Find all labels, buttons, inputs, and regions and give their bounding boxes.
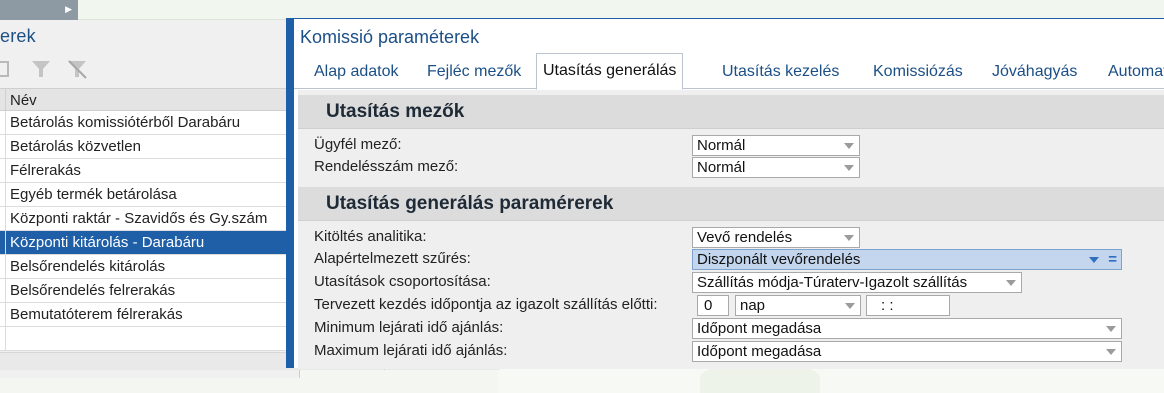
- chevron-down-icon: [1006, 280, 1016, 286]
- app-top-tab[interactable]: ▶: [0, 0, 78, 20]
- select-value: Normál: [697, 137, 746, 154]
- list-row[interactable]: [0, 327, 300, 351]
- select-value: Időpont megadása: [697, 320, 822, 337]
- field-label: Ügyfél mező:: [314, 136, 402, 153]
- list-row-label: Központi raktár - Szavidős és Gy.szám: [10, 210, 268, 227]
- row-gutter: [0, 279, 6, 302]
- utasitasok-csoportositasa-select[interactable]: Szállítás módja-Túraterv-Igazolt szállít…: [692, 272, 1022, 293]
- ugyfel-mezo-select[interactable]: Normál: [692, 135, 860, 156]
- alapertelmezett-szures-select[interactable]: Diszponált vevőrendelés =: [692, 249, 1122, 270]
- list-row[interactable]: Egyéb termék betárolása: [0, 183, 300, 207]
- field-label: Rendelésszám mező:: [314, 158, 459, 175]
- chevron-down-icon: [845, 303, 855, 309]
- tab-bar: Alap adatok Fejléc mezők Utasítás generá…: [294, 53, 1164, 90]
- row-gutter: [0, 135, 6, 158]
- chevron-down-icon: [844, 235, 854, 241]
- row-gutter: [0, 303, 6, 326]
- filter-icon[interactable]: [30, 58, 52, 80]
- komissio-dialog: Komissió paraméterek Alap adatok Fejléc …: [286, 18, 1164, 369]
- row-gutter: [0, 231, 6, 254]
- background-area: [498, 368, 1164, 393]
- list-row[interactable]: Félrerakás: [0, 159, 300, 183]
- list-row[interactable]: Bemutatóterem félrerakás: [0, 303, 300, 327]
- chevron-down-icon: [1106, 326, 1116, 332]
- section-title: Utasítás generálás paramérerek: [326, 193, 614, 214]
- select-value: Normál: [697, 159, 746, 176]
- list-row[interactable]: Központi kitárolás - Darabáru: [0, 231, 300, 255]
- select-value: Időpont megadása: [697, 343, 822, 360]
- list-rows: Betárolás komissiótérből Darabáru Betárol…: [0, 111, 300, 351]
- field-label: Kitöltés analitika:: [314, 228, 427, 245]
- list-panel: erek Név Betárolás komissiótérből Darabá…: [0, 20, 300, 378]
- row-gutter: [0, 183, 6, 206]
- row-gutter: [0, 327, 6, 350]
- list-row-label: Belsőrendelés felrerakás: [10, 282, 176, 299]
- tab-automat[interactable]: Automat: [1102, 59, 1164, 89]
- maximum-lejarati-ido-select[interactable]: Időpont megadása: [692, 341, 1122, 362]
- row-gutter: [0, 255, 6, 278]
- row-gutter: [0, 159, 6, 182]
- chevron-down-icon: [844, 143, 854, 149]
- list-row-label: Bemutatóterem félrerakás: [10, 306, 183, 323]
- list-row[interactable]: Belsőrendelés felrerakás: [0, 279, 300, 303]
- section-header: Utasítás generálás paramérerek: [298, 187, 1164, 221]
- minimum-lejarati-ido-select[interactable]: Időpont megadása: [692, 318, 1122, 339]
- list-row-label: Központi kitárolás - Darabáru: [10, 234, 205, 251]
- field-label: Maximum lejárati idő ajánlás:: [314, 342, 508, 359]
- export-icon[interactable]: [0, 58, 16, 80]
- row-gutter: [0, 207, 6, 230]
- select-value: Vevő rendelés: [697, 229, 793, 246]
- list-row-label: Egyéb termék betárolása: [10, 186, 177, 203]
- chevron-down-icon: [1089, 257, 1099, 263]
- tab-utasitas-generalas[interactable]: Utasítás generálás: [536, 53, 684, 90]
- tab-alap-adatok[interactable]: Alap adatok: [308, 59, 405, 89]
- tab-jovahagyas[interactable]: Jóváhagyás: [986, 59, 1083, 89]
- field-label: Tervezett kezdés időpontja az igazolt sz…: [314, 296, 658, 313]
- list-row[interactable]: Központi raktár - Szavidős és Gy.szám: [0, 207, 300, 231]
- column-header-name[interactable]: Név: [0, 88, 300, 111]
- field-label: Alapértelmezett szűrés:: [314, 250, 471, 267]
- section-header: Utasítás mezők: [298, 95, 1164, 129]
- time-unit-select[interactable]: nap: [735, 295, 861, 316]
- select-value: nap: [740, 297, 766, 314]
- row-gutter: [0, 111, 6, 134]
- field-label: Minimum lejárati idő ajánlás:: [314, 319, 504, 336]
- column-header-label: Név: [10, 92, 37, 109]
- time-input[interactable]: : :: [866, 295, 950, 316]
- tab-content: Utasítás mezők Ügyfél mező: Normál Rende…: [298, 90, 1164, 369]
- chevron-right-icon: ▶: [65, 4, 72, 14]
- list-panel-title: erek: [0, 26, 36, 46]
- list-row-label: Belsőrendelés kitárolás: [10, 258, 166, 275]
- chevron-down-icon: [1106, 349, 1116, 355]
- list-toolbar: [0, 54, 300, 82]
- chevron-down-icon: [844, 165, 854, 171]
- list-row-label: Betárolás komissiótérből Darabáru: [10, 114, 241, 131]
- list-row-label: Félrerakás: [10, 162, 81, 179]
- tab-utasitas-kezeles[interactable]: Utasítás kezelés: [716, 59, 845, 89]
- tab-fejlec-mezok[interactable]: Fejléc mezők: [421, 59, 527, 89]
- section-title: Utasítás mezők: [326, 101, 465, 122]
- list-row[interactable]: Betárolás komissiótérből Darabáru: [0, 111, 300, 135]
- rendelesszam-mezo-select[interactable]: Normál: [692, 157, 860, 178]
- field-label: Utasítások csoportosítása:: [314, 273, 491, 290]
- days-input[interactable]: 0: [697, 295, 729, 316]
- tab-komissiozas[interactable]: Komissiózás: [867, 59, 969, 89]
- equals-icon[interactable]: =: [1108, 250, 1117, 269]
- kitoltes-analitika-select[interactable]: Vevő rendelés: [692, 227, 860, 248]
- list-row[interactable]: Belsőrendelés kitárolás: [0, 255, 300, 279]
- select-value: Szállítás módja-Túraterv-Igazolt szállít…: [697, 274, 968, 291]
- clear-filter-icon[interactable]: [66, 58, 88, 80]
- list-row[interactable]: Betárolás közvetlen: [0, 135, 300, 159]
- dialog-title: Komissió paraméterek: [300, 27, 480, 47]
- list-row-label: Betárolás közvetlen: [10, 138, 141, 155]
- select-value: Diszponált vevőrendelés: [697, 251, 861, 268]
- app-top-bar: [0, 0, 1164, 20]
